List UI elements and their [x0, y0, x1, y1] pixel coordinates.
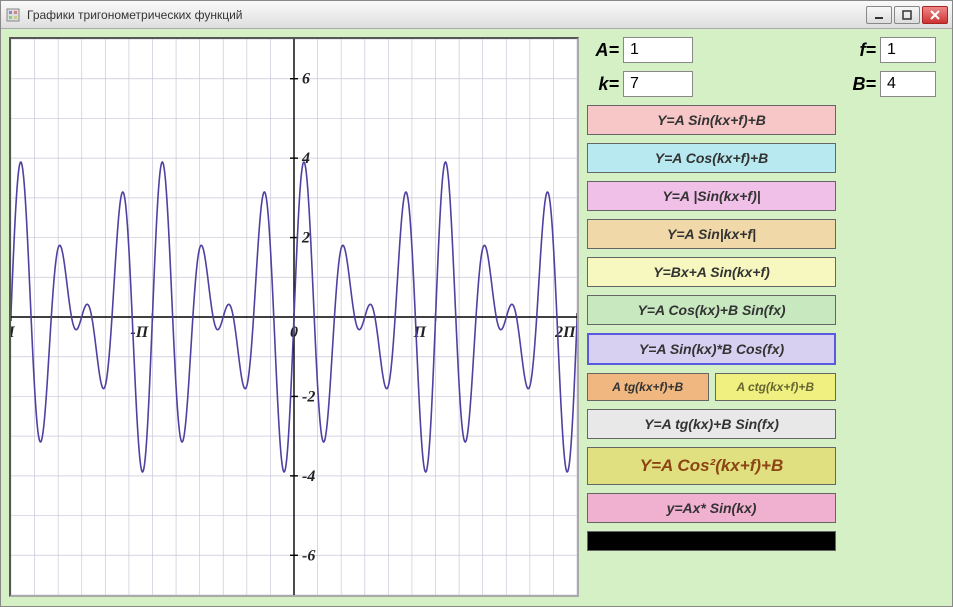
- param-label-f: f=: [844, 40, 876, 61]
- func-black-button[interactable]: [587, 531, 836, 551]
- svg-text:2: 2: [301, 230, 310, 247]
- func-bx-a-sin-button[interactable]: Y=Bx+A Sin(kx+f): [587, 257, 836, 287]
- titlebar[interactable]: Графики тригонометрических функций: [1, 1, 952, 29]
- controls-panel: A= k= Y=A Sin(kx+f)+B Y=A Cos(kx+f)+B Y=…: [587, 37, 944, 598]
- param-label-k: k=: [587, 74, 619, 95]
- param-input-b[interactable]: [880, 71, 936, 97]
- param-input-a[interactable]: [623, 37, 693, 63]
- func-tg-b-sin-button[interactable]: Y=A tg(kx)+B Sin(fx): [587, 409, 836, 439]
- svg-text:-2П: -2П: [11, 324, 15, 341]
- param-label-a: A=: [587, 40, 619, 61]
- param-input-f[interactable]: [880, 37, 936, 63]
- param-input-k[interactable]: [623, 71, 693, 97]
- param-label-b: B=: [844, 74, 876, 95]
- window-controls: [864, 6, 948, 24]
- window-title: Графики тригонометрических функций: [27, 8, 864, 22]
- func-cos-b-sin-button[interactable]: Y=A Cos(kx)+B Sin(fx): [587, 295, 836, 325]
- func-abs-sin-button[interactable]: Y=A |Sin(kx+f)|: [587, 181, 836, 211]
- svg-text:6: 6: [302, 71, 310, 88]
- func-sin-button[interactable]: Y=A Sin(kx+f)+B: [587, 105, 836, 135]
- func-cos2-button[interactable]: Y=A Cos²(kx+f)+B: [587, 447, 836, 485]
- func-cos-button[interactable]: Y=A Cos(kx+f)+B: [587, 143, 836, 173]
- svg-text:-2: -2: [302, 388, 315, 405]
- func-ax-sin-button[interactable]: y=Ax* Sin(kx): [587, 493, 836, 523]
- param-row-b: B=: [844, 71, 944, 97]
- param-row-f: f=: [844, 37, 944, 63]
- svg-text:П: П: [413, 324, 427, 341]
- svg-text:-4: -4: [302, 468, 315, 485]
- content-area: -6-4-2246-2П-П0П2П A= k= Y=A Sin(kx+f)+B…: [1, 29, 952, 606]
- main-controls-column: A= k= Y=A Sin(kx+f)+B Y=A Cos(kx+f)+B Y=…: [587, 37, 836, 598]
- param-row-k: k=: [587, 71, 836, 97]
- maximize-button[interactable]: [894, 6, 920, 24]
- func-sin-b-cos-button[interactable]: Y=A Sin(kx)*B Cos(fx): [587, 333, 836, 365]
- func-tg-button[interactable]: A tg(kx+f)+B: [587, 373, 709, 401]
- chart-canvas: -6-4-2246-2П-П0П2П: [9, 37, 579, 597]
- svg-text:-6: -6: [302, 547, 315, 564]
- param-row-a: A=: [587, 37, 836, 63]
- app-icon: [5, 7, 21, 23]
- func-sin-abs-button[interactable]: Y=A Sin|kx+f|: [587, 219, 836, 249]
- tg-ctg-row: A tg(kx+f)+B A ctg(kx+f)+B: [587, 373, 836, 401]
- func-ctg-button[interactable]: A ctg(kx+f)+B: [715, 373, 837, 401]
- close-button[interactable]: [922, 6, 948, 24]
- minimize-button[interactable]: [866, 6, 892, 24]
- right-params-column: f= B=: [844, 37, 944, 598]
- plot-svg: -6-4-2246-2П-П0П2П: [11, 39, 577, 595]
- app-window: Графики тригонометрических функций -6 -4 -…: [0, 0, 953, 607]
